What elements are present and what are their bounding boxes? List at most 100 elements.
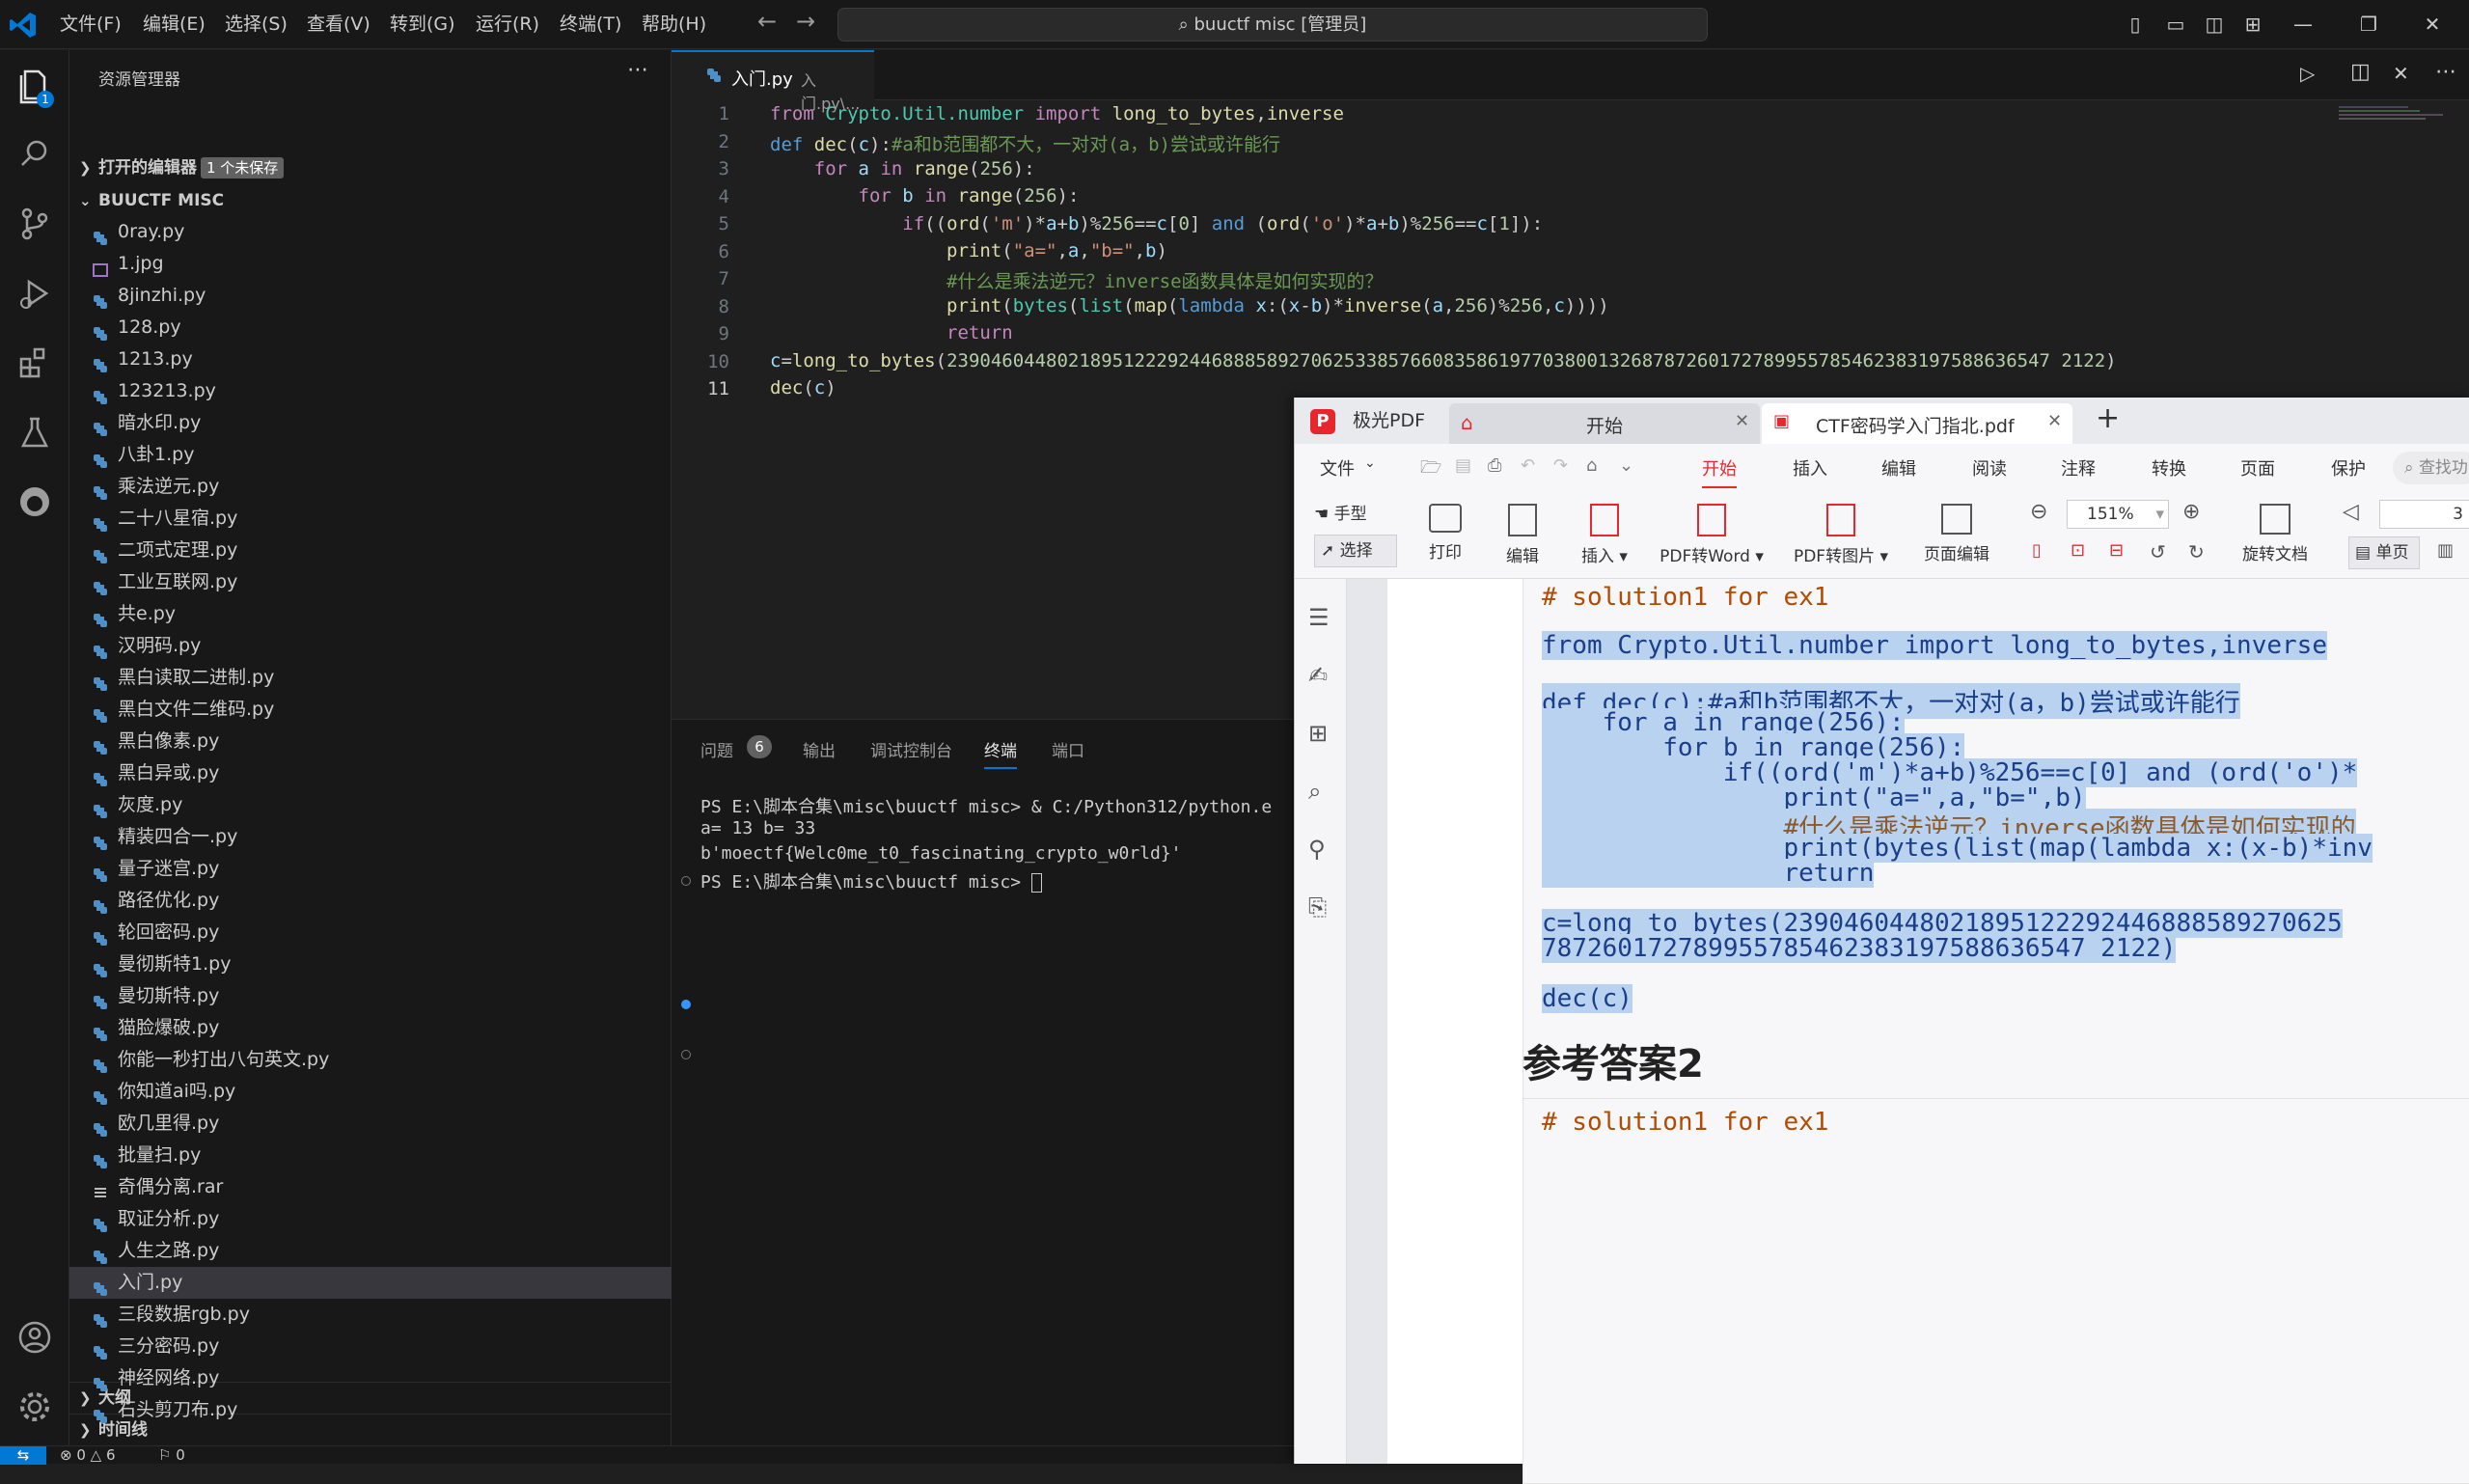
file-item[interactable]: 暗水印.py — [69, 407, 672, 439]
forward-arrow-icon[interactable]: → — [796, 8, 815, 35]
file-item[interactable]: 猫脸爆破.py — [69, 1012, 672, 1044]
tab-debug-console[interactable]: 调试控制台 — [870, 737, 952, 761]
file-item[interactable]: 批量扫.py — [69, 1140, 672, 1171]
rotate-doc-button[interactable]: 旋转文档 — [2227, 504, 2323, 564]
page-edit-button[interactable]: 页面编辑 — [1908, 504, 2005, 564]
file-item[interactable]: 石头剪刀布.py — [69, 1394, 672, 1426]
file-item[interactable]: 黑白像素.py — [69, 726, 672, 757]
print-small-icon[interactable]: ⎙ — [1488, 455, 1501, 476]
file-item[interactable]: 路径优化.py — [69, 885, 672, 917]
file-item[interactable]: 黑白读取二进制.py — [69, 662, 672, 694]
file-item[interactable]: 三分密码.py — [69, 1331, 672, 1362]
ports-status[interactable]: ⚐ 0 — [158, 1446, 185, 1465]
tab-terminal[interactable]: 终端 — [984, 737, 1017, 769]
run-python-icon[interactable]: ▷ — [2300, 62, 2315, 85]
editor-tab[interactable]: 入门.py 入门.py\... — [672, 50, 874, 113]
attachment-icon[interactable]: ⚲ — [1308, 836, 1326, 863]
menu-run[interactable]: 运行(R) — [476, 0, 539, 49]
save-icon[interactable]: ▤ — [1455, 455, 1471, 476]
close-tab-icon[interactable]: ✕ — [2047, 411, 2062, 431]
file-item[interactable]: 汉明码.py — [69, 630, 672, 662]
single-page-button[interactable]: ▤ 单页 — [2348, 536, 2420, 569]
folder-section[interactable]: ⌄ BUUCTF MISC — [69, 185, 672, 216]
toggle-sidebar-icon[interactable]: ▯ — [2121, 10, 2150, 39]
insert-button[interactable]: 插入 ▾ — [1561, 504, 1648, 566]
zoom-in-icon[interactable]: ⊕ — [2182, 500, 2200, 524]
minimap[interactable] — [2339, 104, 2455, 133]
actual-size-icon[interactable]: ⊟ — [2109, 540, 2124, 561]
chevron-down-icon[interactable]: ⌄ — [1364, 455, 1376, 471]
file-item[interactable]: 神经网络.py — [69, 1362, 672, 1394]
remote-indicator-icon[interactable]: ⇆ — [0, 1446, 46, 1465]
select-tool[interactable]: ➚ 选择 — [1314, 535, 1397, 567]
pdf-menu-file[interactable]: 文件 — [1320, 455, 1355, 481]
rotate-left-icon[interactable]: ↺ — [2150, 540, 2166, 563]
file-item[interactable]: 曼切斯特.py — [69, 980, 672, 1012]
prev-page-icon[interactable]: ◁ — [2343, 500, 2359, 524]
close-editor-icon[interactable]: ✕ — [2393, 62, 2409, 85]
rotate-right-icon[interactable]: ↻ — [2188, 540, 2205, 563]
menu-hamburger-icon[interactable]: ☰ — [1308, 604, 1330, 631]
settings-gear-icon[interactable] — [15, 1388, 54, 1426]
file-item[interactable]: 黑白文件二维码.py — [69, 694, 672, 726]
file-item[interactable]: 0ray.py — [69, 216, 672, 248]
menu-edit[interactable]: 编辑(E) — [143, 0, 206, 49]
source-control-icon[interactable] — [15, 205, 54, 243]
file-item[interactable]: 1.jpg — [69, 248, 672, 280]
restore-icon[interactable]: ❐ — [2354, 10, 2383, 39]
menu-go[interactable]: 转到(G) — [390, 0, 455, 49]
command-center-search[interactable]: ⌕ buuctf misc [管理员] — [837, 8, 1708, 41]
pdf-to-word-button[interactable]: PDF转Word ▾ — [1654, 504, 1769, 566]
account-icon[interactable] — [15, 1318, 54, 1357]
file-item[interactable]: 灰度.py — [69, 789, 672, 821]
pdf-menu-annotate[interactable]: 注释 — [2061, 455, 2096, 481]
pdf-search-box[interactable]: ⌕ 查找功 — [2393, 452, 2469, 484]
back-arrow-icon[interactable]: ← — [757, 8, 777, 35]
zoom-out-icon[interactable]: ⊖ — [2030, 500, 2047, 524]
pdf-menu-protect[interactable]: 保护 — [2331, 455, 2366, 481]
file-item[interactable]: 量子迷宫.py — [69, 853, 672, 885]
file-item[interactable]: 取证分析.py — [69, 1203, 672, 1235]
remote-explorer-icon[interactable] — [15, 482, 54, 521]
page-number-input[interactable]: 3 — [2379, 500, 2469, 529]
file-item[interactable]: 乘法逆元.py — [69, 471, 672, 503]
file-item[interactable]: 三段数据rgb.py — [69, 1299, 672, 1331]
close-window-icon[interactable]: ✕ — [2418, 10, 2447, 39]
open-folder-icon[interactable]: 🗁 — [1420, 455, 1441, 484]
search-icon[interactable]: ⌕ — [1308, 778, 1321, 805]
more-actions-icon[interactable]: ⋯ — [627, 58, 648, 82]
file-item[interactable]: 你能一秒打出八句英文.py — [69, 1044, 672, 1076]
file-item[interactable]: 123213.py — [69, 375, 672, 407]
more-actions-icon[interactable]: ⋯ — [2435, 60, 2456, 84]
signature-icon[interactable]: ✍ — [1308, 662, 1328, 689]
redo-icon[interactable]: ↷ — [1553, 455, 1568, 476]
double-page-icon[interactable]: ▥ — [2437, 540, 2454, 561]
file-item[interactable]: 二项式定理.py — [69, 535, 672, 566]
pdf-menu-edit[interactable]: 编辑 — [1881, 455, 1916, 481]
doc-search-icon[interactable]: ⎘ — [1308, 893, 1327, 921]
new-tab-plus-icon[interactable]: + — [2096, 401, 2120, 435]
menu-file[interactable]: 文件(F) — [60, 0, 122, 49]
search-icon[interactable] — [15, 135, 54, 174]
file-item[interactable]: 入门.py — [69, 1267, 672, 1299]
pdf-to-image-button[interactable]: PDF转图片 ▾ — [1783, 504, 1899, 566]
pdf-tab-document[interactable]: ▣ CTF密码学入门指北.pdf ✕ — [1762, 403, 2072, 444]
home-small-icon[interactable]: ⌂ — [1586, 455, 1597, 476]
file-item[interactable]: 二十八星宿.py — [69, 503, 672, 535]
pdf-menu-read[interactable]: 阅读 — [1972, 455, 2007, 481]
file-item[interactable]: 128.py — [69, 312, 672, 344]
menu-selection[interactable]: 选择(S) — [225, 0, 288, 49]
pdf-menu-convert[interactable]: 转换 — [2152, 455, 2186, 481]
file-item[interactable]: 共e.py — [69, 598, 672, 630]
edit-button[interactable]: 编辑 — [1484, 504, 1561, 566]
file-item[interactable]: 精装四合一.py — [69, 821, 672, 853]
toggle-secondary-sidebar-icon[interactable]: ◫ — [2200, 10, 2229, 39]
menu-terminal[interactable]: 终端(T) — [560, 0, 621, 49]
menu-help[interactable]: 帮助(H) — [642, 0, 706, 49]
print-button[interactable]: 打印 — [1407, 504, 1484, 563]
close-tab-icon[interactable]: ✕ — [1735, 411, 1749, 431]
undo-icon[interactable]: ↶ — [1521, 455, 1535, 476]
file-item[interactable]: 黑白异或.py — [69, 757, 672, 789]
pdf-menu-home[interactable]: 开始 — [1702, 455, 1737, 488]
toggle-panel-icon[interactable]: ▭ — [2161, 10, 2190, 39]
